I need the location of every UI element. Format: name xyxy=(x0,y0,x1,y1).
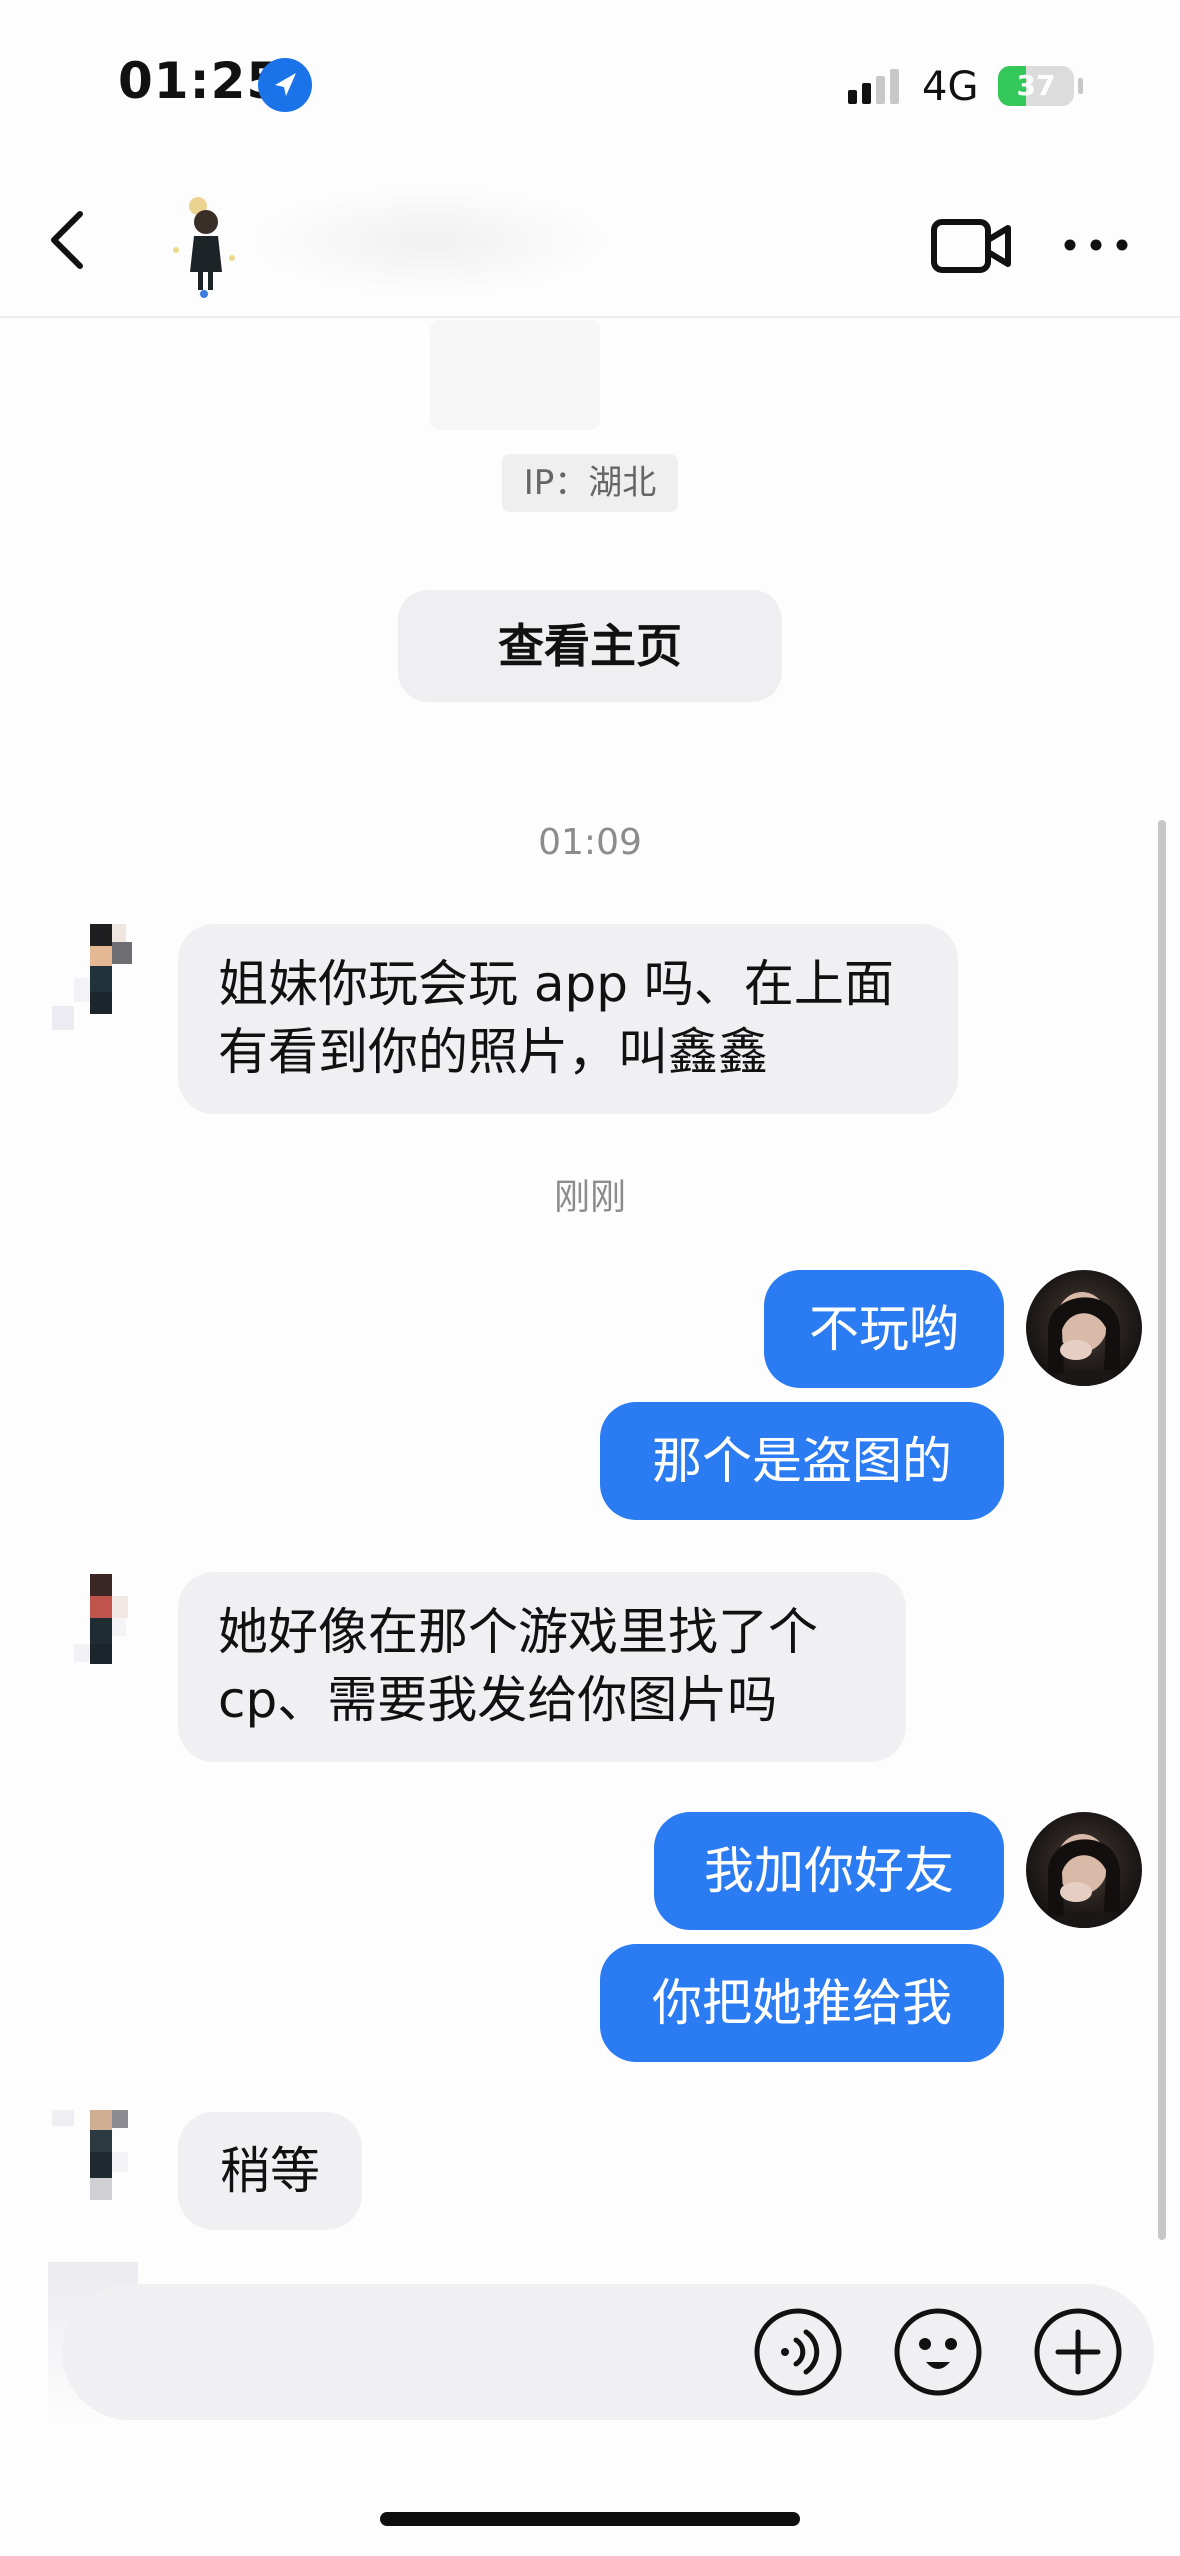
signal-strength-icon xyxy=(848,69,899,104)
message-line: 姐妹你玩会玩 app 吗、在上面 xyxy=(218,955,894,1013)
message-timestamp: 01:09 xyxy=(538,822,642,863)
outgoing-message-bubble[interactable]: 不玩哟 xyxy=(764,1270,1004,1388)
incoming-message-bubble[interactable]: 稍等 xyxy=(178,2112,362,2230)
message-line: cp、需要我发给你图片吗 xyxy=(218,1671,778,1729)
emoji-button[interactable] xyxy=(892,2306,984,2398)
contact-avatar[interactable] xyxy=(160,192,250,302)
home-indicator xyxy=(380,2512,800,2526)
outgoing-message-bubble[interactable]: 你把她推给我 xyxy=(600,1944,1004,2062)
incoming-message-bubble[interactable]: 她好像在那个游戏里找了个 cp、需要我发给你图片吗 xyxy=(178,1572,906,1762)
network-type: 4G xyxy=(922,64,979,110)
add-attachment-button[interactable] xyxy=(1032,2306,1124,2398)
peer-avatar[interactable] xyxy=(48,2104,158,2224)
ip-location-tag: IP：湖北 xyxy=(502,454,678,512)
self-avatar[interactable] xyxy=(1026,1812,1142,1928)
emoji-icon xyxy=(894,2308,982,2396)
chevron-left-icon xyxy=(51,211,83,269)
message-input[interactable] xyxy=(62,2284,1154,2420)
voice-icon xyxy=(754,2308,842,2396)
chat-nav-bar xyxy=(0,170,1180,318)
avatar-pixelated-icon xyxy=(74,1574,128,1664)
view-profile-button[interactable]: 查看主页 xyxy=(398,590,782,702)
profile-info-redacted xyxy=(430,320,600,430)
chat-screen: 01:25 4G 37 IP：湖北 查看主页 01:09 姐妹你玩会玩 app … xyxy=(0,0,1180,2556)
message-line: 她好像在那个游戏里找了个 xyxy=(218,1603,818,1661)
location-arrow-icon xyxy=(258,58,312,112)
video-camera-icon xyxy=(931,219,1011,273)
more-options-button[interactable] xyxy=(1060,220,1132,270)
avatar-photo-icon xyxy=(1046,1834,1124,1928)
self-avatar[interactable] xyxy=(1026,1270,1142,1386)
video-call-button[interactable] xyxy=(930,216,1014,276)
plus-icon xyxy=(1034,2308,1122,2396)
battery-tip xyxy=(1078,78,1083,94)
avatar-pixelated-icon xyxy=(52,2110,128,2200)
chat-scrollbar[interactable] xyxy=(1158,820,1166,2240)
message-line: 有看到你的照片，叫鑫鑫 xyxy=(218,1023,768,1081)
outgoing-message-bubble[interactable]: 我加你好友 xyxy=(654,1812,1004,1930)
outgoing-message-bubble[interactable]: 那个是盗图的 xyxy=(600,1402,1004,1520)
contact-name-redacted xyxy=(250,186,610,296)
back-button[interactable] xyxy=(30,200,110,280)
avatar-photo-icon xyxy=(1046,1292,1124,1386)
incoming-message-bubble[interactable]: 姐妹你玩会玩 app 吗、在上面 有看到你的照片，叫鑫鑫 xyxy=(178,924,958,1114)
message-line: 稍等 xyxy=(220,2142,320,2200)
status-bar: 01:25 4G 37 xyxy=(0,0,1180,170)
message-timestamp: 刚刚 xyxy=(553,1177,626,1218)
peer-avatar[interactable] xyxy=(48,918,158,1038)
avatar-figure-icon xyxy=(173,197,235,298)
more-dots-icon xyxy=(1064,239,1128,251)
battery-icon: 37 xyxy=(998,66,1074,106)
avatar-pixelated-icon xyxy=(52,924,132,1030)
peer-avatar[interactable] xyxy=(48,1568,158,1688)
voice-button[interactable] xyxy=(752,2306,844,2398)
battery-level: 37 xyxy=(1016,69,1056,102)
